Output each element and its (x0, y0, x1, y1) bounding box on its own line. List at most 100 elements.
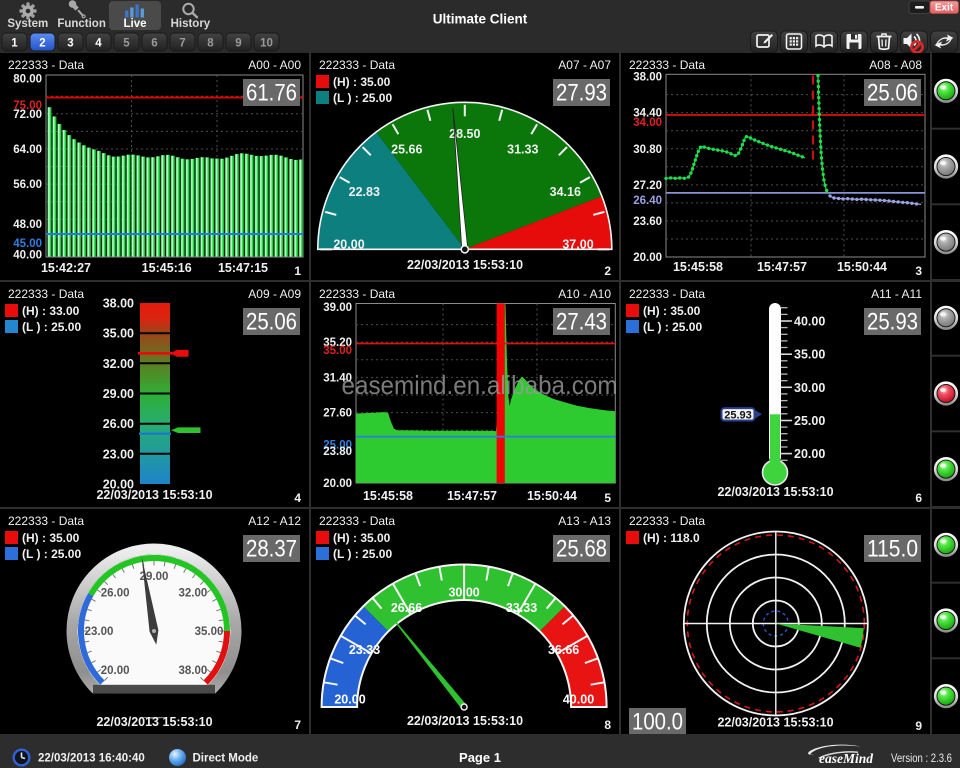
svg-text:2: 2 (39, 38, 45, 50)
svg-text:A13 - A13: A13 - A13 (558, 514, 611, 528)
svg-text:History: History (171, 18, 211, 30)
svg-text:22/03/2013 15:53:10: 22/03/2013 15:53:10 (717, 716, 833, 730)
svg-text:22/03/2013 15:53:10: 22/03/2013 15:53:10 (407, 258, 523, 272)
svg-text:7: 7 (179, 38, 185, 50)
svg-text:23.00: 23.00 (85, 626, 114, 638)
svg-text:64.00: 64.00 (13, 144, 42, 156)
svg-text:9: 9 (915, 719, 922, 733)
svg-text:(L ) : 25.00: (L ) : 25.00 (22, 320, 81, 334)
svg-text:80.00: 80.00 (13, 74, 42, 86)
svg-text:22.83: 22.83 (349, 185, 380, 199)
svg-text:25.93: 25.93 (867, 309, 918, 336)
svg-text:23.00: 23.00 (103, 447, 134, 461)
svg-text:30.80: 30.80 (633, 144, 662, 156)
svg-text:222333 - Data: 222333 - Data (629, 58, 705, 72)
svg-text:222333 - Data: 222333 - Data (319, 514, 395, 528)
svg-text:easeMind: easeMind (819, 751, 873, 766)
svg-text:5: 5 (123, 38, 130, 50)
svg-text:25.00: 25.00 (794, 414, 825, 428)
svg-text:27.43: 27.43 (556, 309, 607, 336)
svg-text:8: 8 (207, 38, 214, 50)
svg-text:26.40: 26.40 (633, 195, 662, 207)
svg-text:Ultimate Client: Ultimate Client (433, 12, 528, 27)
svg-text:72.00: 72.00 (13, 109, 42, 121)
svg-text:40.00: 40.00 (13, 250, 42, 262)
svg-text:20.00: 20.00 (333, 238, 364, 252)
svg-text:23.33: 23.33 (349, 643, 380, 657)
svg-text:38.00: 38.00 (179, 665, 208, 677)
svg-text:(H) : 118.0: (H) : 118.0 (643, 531, 700, 545)
svg-text:20.00: 20.00 (101, 665, 130, 677)
svg-text:35.00: 35.00 (794, 348, 825, 362)
svg-text:(L ) : 25.00: (L ) : 25.00 (333, 91, 392, 105)
svg-text:222333 - Data: 222333 - Data (629, 514, 705, 528)
svg-text:A08 - A08: A08 - A08 (869, 58, 922, 72)
svg-text:7: 7 (294, 718, 301, 732)
svg-text:3: 3 (915, 264, 922, 278)
svg-text:222333 - Data: 222333 - Data (8, 287, 84, 301)
svg-text:27.60: 27.60 (323, 408, 352, 420)
svg-text:26.66: 26.66 (391, 601, 422, 615)
svg-text:15:42:27: 15:42:27 (41, 261, 91, 275)
svg-text:easemind.en.alibaba.com: easemind.en.alibaba.com (342, 370, 618, 400)
svg-text:A09 - A09: A09 - A09 (248, 287, 301, 301)
svg-text:222333 - Data: 222333 - Data (319, 58, 395, 72)
svg-text:25.68: 25.68 (556, 536, 607, 563)
svg-text:33.33: 33.33 (506, 601, 537, 615)
svg-text:25.66: 25.66 (391, 142, 422, 156)
svg-text:A10 - A10: A10 - A10 (558, 287, 611, 301)
svg-text:30.00: 30.00 (448, 586, 479, 600)
svg-text:Exit: Exit (935, 3, 954, 14)
svg-text:22/03/2013 15:53:10: 22/03/2013 15:53:10 (717, 485, 833, 499)
svg-text:15:50:44: 15:50:44 (527, 489, 577, 503)
svg-text:25.93: 25.93 (724, 409, 752, 421)
svg-text:Live: Live (123, 18, 146, 30)
svg-text:System: System (7, 18, 48, 30)
svg-text:35.00: 35.00 (195, 626, 224, 638)
svg-text:4: 4 (294, 491, 301, 505)
svg-text:15:45:58: 15:45:58 (363, 489, 413, 503)
svg-text:Function: Function (57, 18, 106, 30)
svg-text:20.00: 20.00 (334, 693, 365, 707)
svg-text:27.20: 27.20 (633, 180, 662, 192)
svg-text:Version : 2.3.6: Version : 2.3.6 (891, 753, 952, 765)
svg-text:222333 - Data: 222333 - Data (319, 287, 395, 301)
svg-text:32.00: 32.00 (103, 357, 134, 371)
svg-text:36.66: 36.66 (548, 643, 579, 657)
svg-text:23.60: 23.60 (633, 216, 662, 228)
svg-text:25.06: 25.06 (867, 80, 918, 107)
svg-text:6: 6 (151, 38, 157, 50)
svg-text:(L ) : 25.00: (L ) : 25.00 (22, 547, 81, 561)
svg-text:34.16: 34.16 (550, 185, 581, 199)
svg-text:22/03/2013 15:53:10: 22/03/2013 15:53:10 (96, 715, 212, 729)
svg-text:40.00: 40.00 (563, 693, 594, 707)
svg-text:15:47:57: 15:47:57 (447, 489, 497, 503)
svg-text:(H) : 35.00: (H) : 35.00 (333, 75, 391, 89)
svg-text:20.00: 20.00 (633, 252, 662, 264)
svg-text:222333 - Data: 222333 - Data (629, 287, 705, 301)
svg-text:56.00: 56.00 (13, 179, 42, 191)
svg-text:30.00: 30.00 (794, 381, 825, 395)
svg-text:38.00: 38.00 (103, 297, 134, 311)
svg-text:A07 - A07: A07 - A07 (558, 58, 611, 72)
svg-text:A12 - A12: A12 - A12 (248, 514, 301, 528)
svg-text:28.37: 28.37 (246, 536, 297, 563)
svg-text:38.00: 38.00 (633, 72, 662, 84)
svg-text:222333 - Data: 222333 - Data (8, 514, 84, 528)
svg-text:A11 - A11: A11 - A11 (871, 287, 922, 301)
svg-text:8: 8 (604, 718, 611, 732)
svg-text:37.00: 37.00 (562, 238, 593, 252)
svg-text:6: 6 (915, 491, 922, 505)
svg-text:222333 - Data: 222333 - Data (8, 58, 84, 72)
svg-text:23.80: 23.80 (323, 446, 352, 458)
svg-text:40.00: 40.00 (794, 315, 825, 329)
svg-text:27.93: 27.93 (556, 80, 607, 107)
svg-text:9: 9 (235, 38, 241, 50)
svg-text:45.00: 45.00 (13, 238, 42, 250)
svg-text:35.00: 35.00 (323, 345, 352, 357)
svg-text:5: 5 (604, 491, 611, 505)
svg-text:15:47:57: 15:47:57 (757, 260, 807, 274)
svg-text:39.00: 39.00 (323, 302, 352, 314)
svg-text:2: 2 (604, 264, 611, 278)
svg-text:22/03/2013 15:53:10: 22/03/2013 15:53:10 (96, 488, 212, 502)
